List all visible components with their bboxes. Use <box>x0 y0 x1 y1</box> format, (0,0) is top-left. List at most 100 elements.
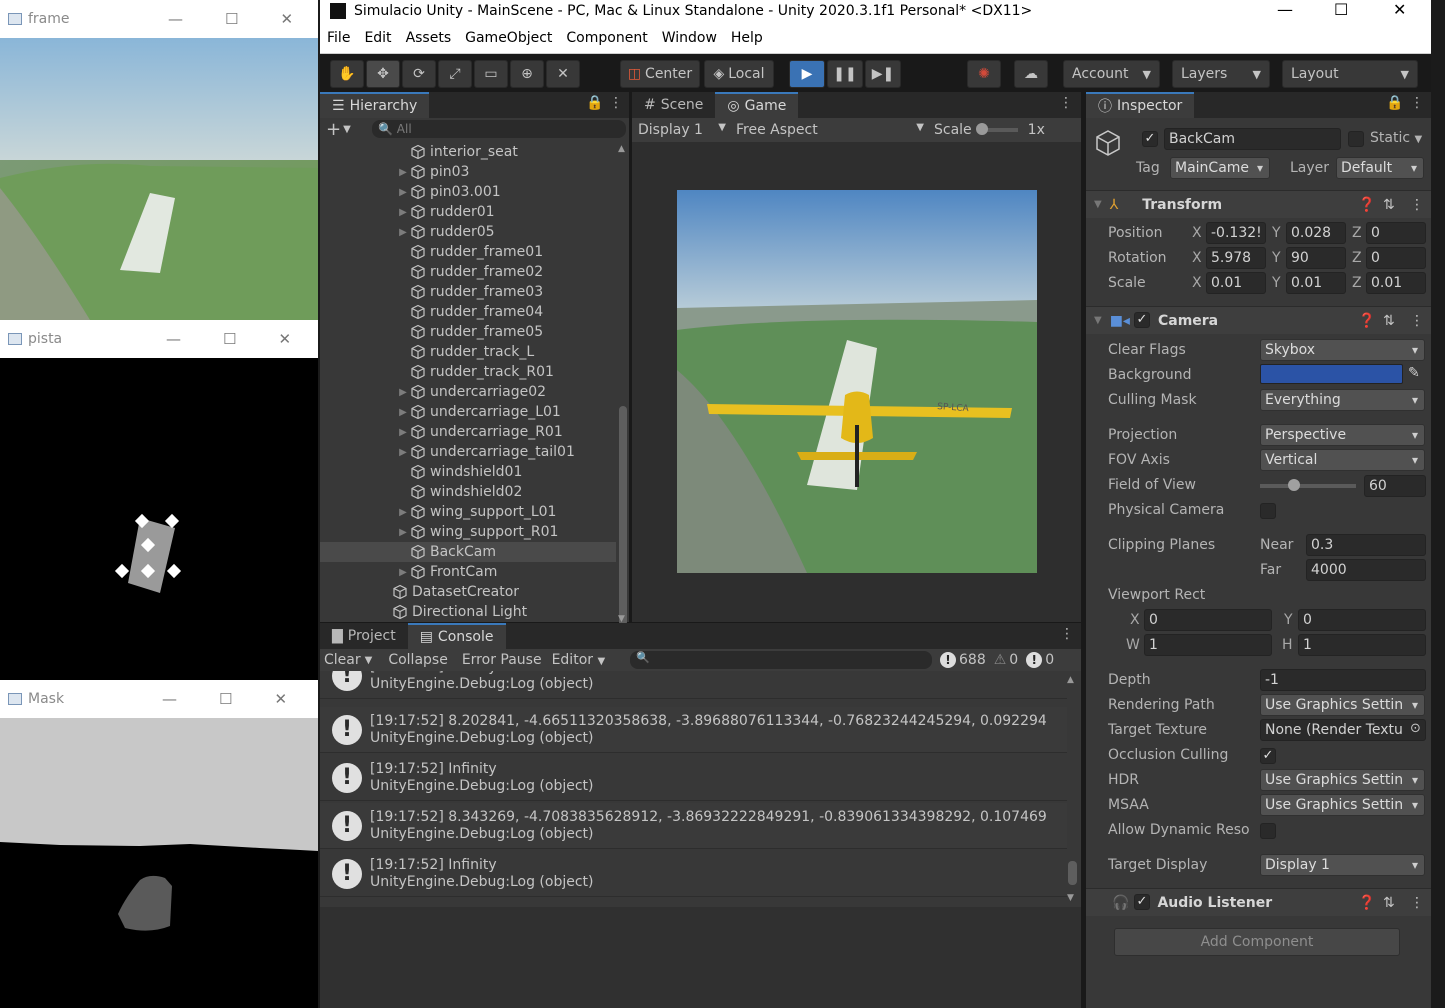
title-bar[interactable]: Simulacio Unity - MainScene - PC, Mac & … <box>320 0 1431 22</box>
hierarchy-item[interactable]: ▶ rudder05 <box>320 222 616 242</box>
transform-tool-icon[interactable]: ⊕ <box>510 60 544 88</box>
scale-tool-icon[interactable]: ⤢ <box>438 60 472 88</box>
hierarchy-item[interactable]: ▶ FrontCam <box>320 562 616 582</box>
tab-hierarchy[interactable]: ☰ Hierarchy <box>320 92 430 118</box>
rotation-y-field[interactable]: 90 <box>1286 247 1346 269</box>
close-icon[interactable]: ✕ <box>274 690 287 708</box>
expand-arrow-icon[interactable]: ▶ <box>396 407 410 418</box>
preset-icon[interactable]: ⇅ <box>1383 313 1395 329</box>
console-scrollbar[interactable]: ▲ ▼ <box>1067 675 1079 903</box>
menu-window[interactable]: Window <box>655 30 724 46</box>
menu-help[interactable]: Help <box>724 30 770 46</box>
menu-file[interactable]: File <box>320 30 357 46</box>
menu-component[interactable]: Component <box>559 30 654 46</box>
hierarchy-item[interactable]: rudder_frame03 <box>320 282 616 302</box>
help-icon[interactable]: ❓ <box>1358 197 1375 213</box>
expand-arrow-icon[interactable]: ▶ <box>396 187 410 198</box>
tag-dropdown[interactable]: MainCame <box>1170 157 1270 179</box>
add-component-button[interactable]: Add Component <box>1114 928 1400 956</box>
console-log-entry[interactable]: ! [19:17:52] InfinityUnityEngine.Debug:Lo… <box>320 851 1067 897</box>
warning-counter[interactable]: ⚠ 0 <box>994 652 1018 668</box>
play-button[interactable]: ▶ <box>789 60 825 88</box>
viewport-h-field[interactable]: 1 <box>1298 634 1426 656</box>
dynamic-resolution-checkbox[interactable] <box>1260 823 1276 839</box>
maximize-icon[interactable]: ☐ <box>223 330 236 348</box>
mask-window-titlebar[interactable]: Mask — ☐ ✕ <box>0 680 318 718</box>
expand-arrow-icon[interactable]: ▶ <box>396 387 410 398</box>
pause-button[interactable]: ❚❚ <box>827 60 863 88</box>
error-pause-button[interactable]: Error Pause <box>456 652 548 668</box>
expand-arrow-icon[interactable]: ▶ <box>396 167 410 178</box>
help-icon[interactable]: ❓ <box>1358 895 1375 911</box>
background-color-swatch[interactable] <box>1260 364 1403 384</box>
tab-console[interactable]: ▤ Console <box>407 623 506 649</box>
console-search-input[interactable]: 🔍 <box>630 651 932 669</box>
viewport-x-field[interactable]: 0 <box>1144 609 1272 631</box>
eyedropper-icon[interactable]: ✎ <box>1408 365 1420 381</box>
close-icon[interactable]: ✕ <box>280 10 293 28</box>
hierarchy-item[interactable]: ▶ pin03 <box>320 162 616 182</box>
position-x-field[interactable]: -0.132! <box>1206 222 1266 244</box>
static-dropdown[interactable]: Static ▼ <box>1370 130 1422 146</box>
depth-field[interactable]: -1 <box>1260 669 1426 691</box>
tab-scene[interactable]: # Scene <box>632 92 715 118</box>
target-display-dropdown[interactable]: Display 1 <box>1260 854 1425 876</box>
info-counter[interactable]: ! 688 <box>940 652 986 668</box>
hierarchy-item[interactable]: ▶ undercarriage02 <box>320 382 616 402</box>
console-log-entry[interactable]: ! [19:17:52] 8.202841, -4.66511320358638,… <box>320 707 1067 753</box>
tab-project[interactable]: ▇ Project <box>320 623 408 649</box>
expand-arrow-icon[interactable]: ▶ <box>396 207 410 218</box>
hierarchy-item[interactable]: rudder_track_L <box>320 342 616 362</box>
layer-dropdown[interactable]: Default <box>1336 157 1424 179</box>
close-icon[interactable]: ✕ <box>1393 0 1406 19</box>
camera-header[interactable]: ▼ ■◂ ✓ Camera ❓ ⇅ ⋮ <box>1086 306 1431 334</box>
rotate-tool-icon[interactable]: ⟳ <box>402 60 436 88</box>
audio-listener-header[interactable]: 🎧 ✓ Audio Listener ❓ ⇅ ⋮ <box>1086 888 1431 916</box>
tab-inspector[interactable]: ⓘ Inspector <box>1086 92 1195 118</box>
clear-button[interactable]: Clear <box>320 652 365 668</box>
pivot-center-button[interactable]: ◫ Center <box>620 60 700 88</box>
static-checkbox[interactable] <box>1348 131 1364 147</box>
minimize-icon[interactable]: — <box>1277 0 1293 19</box>
lock-icon[interactable]: 🔒 <box>586 95 603 111</box>
target-texture-field[interactable]: None (Render Textu <box>1260 719 1426 741</box>
hierarchy-item[interactable]: ▶ wing_support_R01 <box>320 522 616 542</box>
menu-assets[interactable]: Assets <box>399 30 459 46</box>
hierarchy-item[interactable]: ▶ undercarriage_L01 <box>320 402 616 422</box>
tab-game[interactable]: ◎ Game <box>715 92 799 118</box>
console-log-entry[interactable]: ! [19:17:52] InfinityUnityEngine.Debug:Lo… <box>320 671 1067 699</box>
kebab-menu-icon[interactable]: ⋮ <box>609 95 623 111</box>
kebab-menu-icon[interactable]: ⋮ <box>1059 95 1073 111</box>
display-dropdown[interactable]: Display 1 ▼ <box>632 122 730 138</box>
fov-slider-thumb[interactable] <box>1288 479 1300 491</box>
kebab-menu-icon[interactable]: ⋮ <box>1410 895 1424 911</box>
game-view-render[interactable]: SP-LCA <box>677 190 1037 573</box>
account-dropdown[interactable]: Account ▼ <box>1063 60 1160 88</box>
hierarchy-item[interactable]: BackCam <box>320 542 616 562</box>
editor-dropdown[interactable]: Editor ▼ <box>548 652 610 668</box>
scale-y-field[interactable]: 0.01 <box>1286 272 1346 294</box>
cloud-icon[interactable]: ☁ <box>1014 60 1048 88</box>
audio-listener-checkbox[interactable]: ✓ <box>1134 894 1150 910</box>
camera-enabled-checkbox[interactable]: ✓ <box>1134 312 1150 328</box>
physical-camera-checkbox[interactable] <box>1260 503 1276 519</box>
object-name-field[interactable]: BackCam <box>1164 128 1341 150</box>
rotation-x-field[interactable]: 5.978 <box>1206 247 1266 269</box>
msaa-dropdown[interactable]: Use Graphics Settin <box>1260 794 1425 816</box>
minimize-icon[interactable]: — <box>166 330 181 348</box>
custom-tool-icon[interactable]: ✕ <box>546 60 580 88</box>
collab-icon[interactable]: ✺ <box>967 60 1001 88</box>
space-local-button[interactable]: ◈ Local <box>704 60 774 88</box>
maximize-icon[interactable]: ☐ <box>1334 0 1348 19</box>
layers-dropdown[interactable]: Layers ▼ <box>1172 60 1270 88</box>
occlusion-culling-checkbox[interactable]: ✓ <box>1260 748 1276 764</box>
minimize-icon[interactable]: — <box>162 690 177 708</box>
collapse-button[interactable]: Collapse <box>380 652 456 668</box>
fov-slider[interactable] <box>1260 479 1356 491</box>
error-counter[interactable]: ! 0 <box>1026 652 1054 668</box>
position-z-field[interactable]: 0 <box>1366 222 1426 244</box>
hierarchy-item[interactable]: windshield01 <box>320 462 616 482</box>
near-field[interactable]: 0.3 <box>1306 534 1426 556</box>
expand-arrow-icon[interactable]: ▶ <box>396 227 410 238</box>
aspect-dropdown[interactable]: Free Aspect ▼ <box>730 122 928 138</box>
